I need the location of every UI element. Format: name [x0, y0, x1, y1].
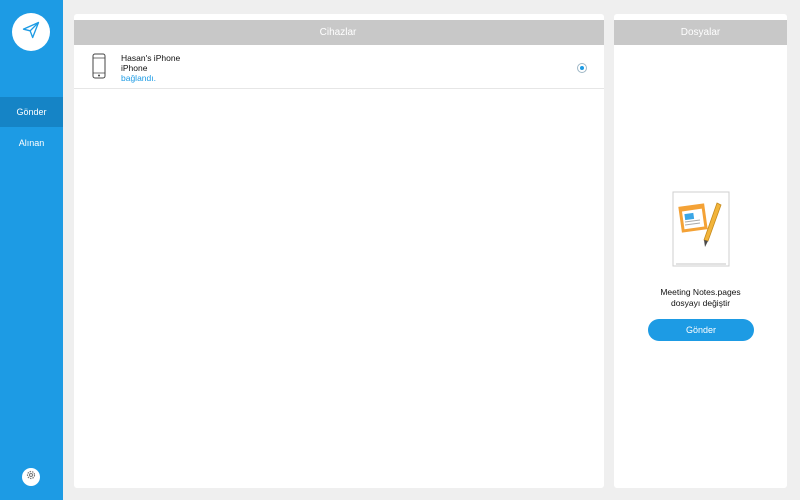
change-file-link[interactable]: dosyayı değiştir: [614, 298, 787, 308]
radio-selected-dot: [580, 66, 584, 70]
devices-panel: Cihazlar Hasan's iPhone iPhone bağlandı.: [74, 14, 604, 488]
files-panel: Dosyalar Meeting Notes.pages dosyayı değ…: [614, 14, 787, 488]
device-name: Hasan's iPhone: [121, 53, 181, 63]
device-select-radio[interactable]: [577, 63, 587, 73]
paper-plane-icon: [21, 20, 41, 45]
gear-icon: [25, 468, 37, 486]
sidebar-item-received[interactable]: Alınan: [0, 128, 63, 158]
pages-document-icon: [672, 191, 730, 267]
devices-panel-title: Cihazlar: [319, 27, 357, 38]
device-status: bağlandı.: [121, 73, 156, 83]
sidebar-item-label: Alınan: [18, 138, 45, 148]
app-window: Gönder Alınan Cihazlar Hasan's iPhone iP…: [0, 0, 800, 500]
device-row[interactable]: Hasan's iPhone iPhone bağlandı.: [74, 45, 604, 89]
device-model: iPhone: [121, 63, 148, 73]
sidebar-item-label: Gönder: [16, 107, 47, 117]
send-button[interactable]: Gönder: [648, 319, 754, 341]
settings-button[interactable]: [22, 468, 40, 486]
device-info: Hasan's iPhone iPhone bağlandı.: [121, 53, 180, 83]
send-button-label: Gönder: [685, 325, 717, 335]
files-panel-title: Dosyalar: [680, 27, 721, 38]
sidebar: Gönder Alınan: [0, 0, 63, 500]
app-logo: [12, 13, 50, 51]
devices-panel-header: Cihazlar: [74, 20, 604, 45]
files-panel-header: Dosyalar: [614, 20, 787, 45]
sidebar-item-send[interactable]: Gönder: [0, 97, 63, 127]
file-name: Meeting Notes.pages: [660, 287, 741, 297]
iphone-icon: [92, 53, 106, 79]
